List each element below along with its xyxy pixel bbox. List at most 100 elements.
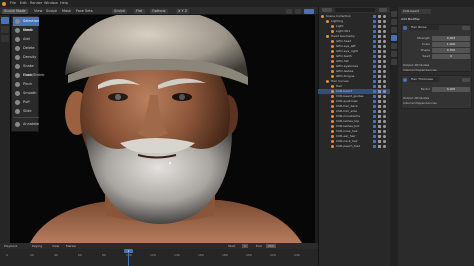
render-toggle-icon[interactable] [378, 135, 381, 138]
shading-dropdown[interactable]: Flat [134, 8, 145, 14]
number-field[interactable]: 1.000 [432, 42, 470, 47]
render-toggle-icon[interactable] [378, 25, 381, 28]
material-tab-icon[interactable] [391, 59, 397, 65]
render-toggle-icon[interactable] [378, 50, 381, 53]
xray-icon[interactable] [295, 8, 301, 14]
render-tab-icon[interactable] [391, 19, 397, 25]
exclude-checkbox[interactable] [373, 75, 376, 78]
exclude-checkbox[interactable] [373, 70, 376, 73]
end-frame-field[interactable]: 250 [266, 244, 276, 248]
render-toggle-icon[interactable] [378, 45, 381, 48]
exclude-checkbox[interactable] [373, 80, 376, 83]
render-toggle-icon[interactable] [378, 95, 381, 98]
modifier-name-field[interactable]: Hair Noise [409, 25, 439, 30]
exclude-checkbox[interactable] [373, 125, 376, 128]
menu-help[interactable]: Help [60, 1, 68, 6]
number-field[interactable]: 0 [432, 54, 470, 59]
brush-delete[interactable]: Delete [13, 44, 39, 53]
modifier-close-icon[interactable] [462, 26, 470, 30]
shading-mode-icon[interactable] [304, 8, 314, 14]
render-toggle-icon[interactable] [378, 120, 381, 123]
visibility-eye-icon[interactable] [383, 85, 386, 88]
visibility-eye-icon[interactable] [383, 30, 386, 33]
visibility-eye-icon[interactable] [383, 35, 386, 38]
face-sets-menu[interactable]: Face Sets [74, 9, 95, 14]
view-menu[interactable]: View [52, 244, 59, 248]
render-toggle-icon[interactable] [378, 75, 381, 78]
render-toggle-icon[interactable] [378, 35, 381, 38]
brush-comb[interactable]: Comb [13, 26, 39, 35]
visibility-eye-icon[interactable] [383, 55, 386, 58]
exclude-checkbox[interactable] [373, 30, 376, 33]
menu-window[interactable]: Window [44, 1, 58, 6]
brush-pinch[interactable]: Pinch [13, 80, 39, 89]
exclude-checkbox[interactable] [373, 95, 376, 98]
visibility-eye-icon[interactable] [383, 115, 386, 118]
brush-selection-mask[interactable]: Selection Mask [13, 17, 39, 32]
exclude-checkbox[interactable] [373, 85, 376, 88]
exclude-checkbox[interactable] [373, 110, 376, 113]
blender-logo-icon[interactable] [2, 1, 6, 6]
number-field[interactable]: 0.003 [432, 36, 470, 41]
visibility-eye-icon[interactable] [383, 20, 386, 23]
display-mode-icon[interactable] [322, 8, 332, 12]
exclude-checkbox[interactable] [373, 100, 376, 103]
render-toggle-icon[interactable] [378, 70, 381, 73]
visibility-eye-icon[interactable] [383, 50, 386, 53]
menu-edit[interactable]: Edit [20, 1, 27, 6]
number-field[interactable]: 0.300 [432, 48, 470, 53]
exclude-checkbox[interactable] [373, 65, 376, 68]
add-modifier-button[interactable]: Add Modifier [401, 17, 441, 22]
exclude-checkbox[interactable] [373, 20, 376, 23]
exclude-checkbox[interactable] [373, 135, 376, 138]
brush-smooth[interactable]: Smooth [13, 89, 39, 98]
mode-selector[interactable]: Sculpt Mode [2, 8, 28, 14]
visibility-eye-icon[interactable] [383, 140, 386, 143]
exclude-checkbox[interactable] [373, 90, 376, 93]
physics-tab-icon[interactable] [391, 43, 397, 49]
visibility-eye-icon[interactable] [383, 15, 386, 18]
exclude-checkbox[interactable] [373, 50, 376, 53]
render-toggle-icon[interactable] [378, 55, 381, 58]
exclude-checkbox[interactable] [373, 60, 376, 63]
render-toggle-icon[interactable] [378, 85, 381, 88]
view-menu[interactable]: View [32, 9, 44, 14]
exclude-checkbox[interactable] [373, 115, 376, 118]
playback-menu[interactable]: Playback [4, 244, 17, 248]
exclude-checkbox[interactable] [373, 140, 376, 143]
number-field[interactable]: 0.005 [432, 87, 470, 92]
brush-slide[interactable]: Slide [13, 107, 39, 116]
visibility-eye-icon[interactable] [383, 105, 386, 108]
exclude-checkbox[interactable] [373, 45, 376, 48]
render-toggle-icon[interactable] [378, 90, 381, 93]
visibility-eye-icon[interactable] [383, 70, 386, 73]
render-toggle-icon[interactable] [378, 130, 381, 133]
modifier-close-icon[interactable] [462, 78, 470, 82]
visibility-eye-icon[interactable] [383, 135, 386, 138]
brush-density[interactable]: Density [13, 53, 39, 62]
visibility-eye-icon[interactable] [383, 80, 386, 83]
data-tab-icon[interactable] [391, 51, 397, 57]
render-toggle-icon[interactable] [378, 140, 381, 143]
tool-annotate-icon[interactable] [1, 35, 9, 42]
visibility-eye-icon[interactable] [383, 65, 386, 68]
visibility-eye-icon[interactable] [383, 145, 386, 148]
visibility-eye-icon[interactable] [383, 25, 386, 28]
exclude-checkbox[interactable] [373, 105, 376, 108]
render-toggle-icon[interactable] [378, 65, 381, 68]
visibility-eye-icon[interactable] [383, 90, 386, 93]
tool-tab-icon[interactable] [391, 11, 397, 17]
exclude-checkbox[interactable] [373, 130, 376, 133]
tool-brush-icon[interactable] [1, 26, 9, 33]
tool-select-icon[interactable] [1, 17, 9, 24]
internal-dependencies-section[interactable]: Internal Dependencies [403, 101, 437, 106]
visibility-eye-icon[interactable] [383, 45, 386, 48]
brush-annotate[interactable]: Annotate [13, 120, 39, 129]
mask-menu[interactable]: Mask [60, 9, 73, 14]
render-toggle-icon[interactable] [378, 20, 381, 23]
modifier-tab-icon[interactable] [391, 35, 397, 41]
exclude-checkbox[interactable] [373, 25, 376, 28]
brush-button[interactable]: Sculpt [112, 8, 127, 14]
render-toggle-icon[interactable] [378, 40, 381, 43]
outliner-row[interactable]: CUR-peach_fuzz [318, 144, 390, 149]
